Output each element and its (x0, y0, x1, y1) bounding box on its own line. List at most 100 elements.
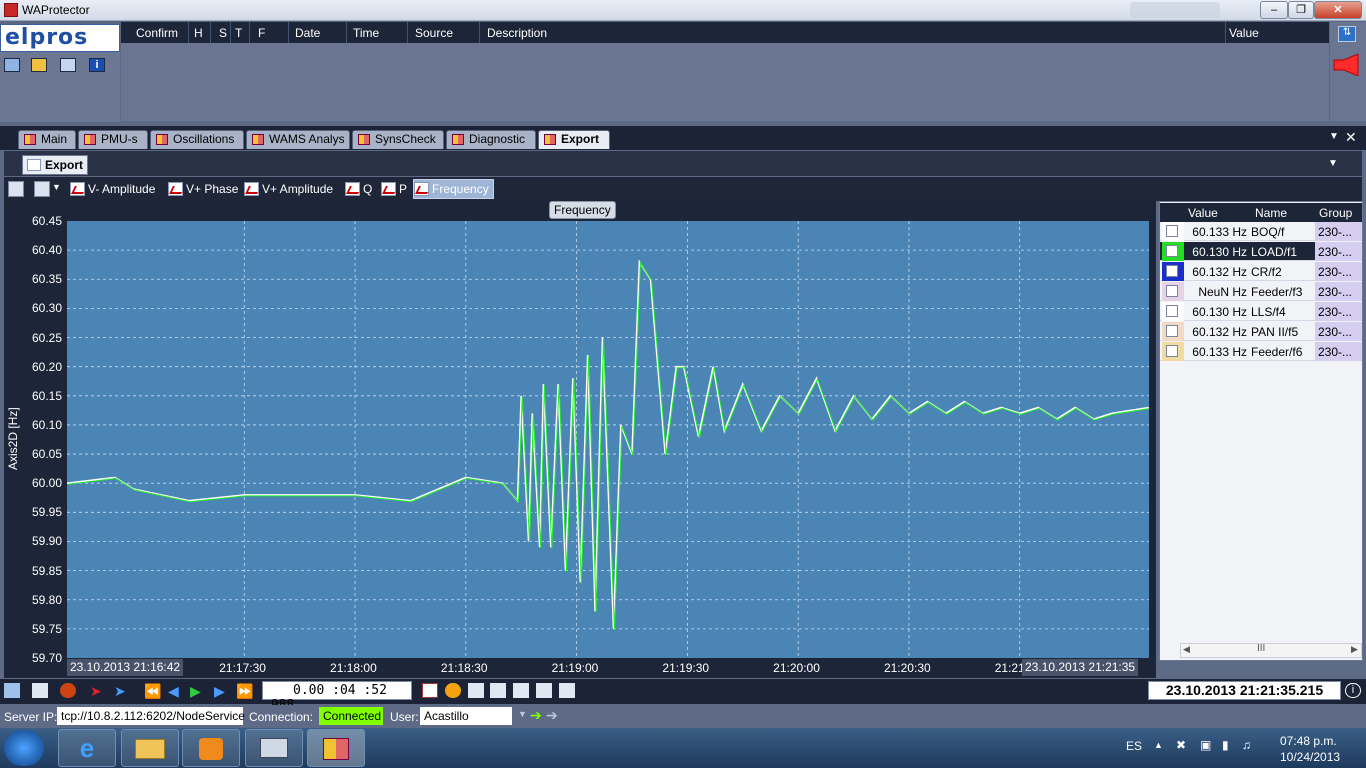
legend-col-group[interactable]: Group (1319, 206, 1352, 220)
series-visibility-checkbox[interactable] (1166, 265, 1178, 277)
col-confirm[interactable]: Confirm (136, 26, 178, 40)
legend-row[interactable]: 60.130 Hz LOAD/f1 230-... (1160, 242, 1362, 261)
series-visibility-checkbox[interactable] (1166, 325, 1178, 337)
scroll-right-icon[interactable]: ▶ (1351, 644, 1358, 655)
toolbar-v-plus-amplitude[interactable]: V+ Amplitude (244, 181, 333, 198)
subtab-export[interactable]: Export (22, 155, 88, 175)
step-back-icon[interactable]: ◀ (168, 683, 184, 699)
scroll-grip-icon[interactable]: III (1257, 643, 1265, 654)
legend-row[interactable]: 60.132 Hz CR/f2 230-... (1160, 262, 1362, 281)
forward-fast-icon[interactable]: ⏩ (236, 683, 253, 699)
subtab-dropdown-icon[interactable]: ▼ (1328, 158, 1338, 169)
start-button[interactable] (4, 730, 44, 766)
col-f[interactable]: F (258, 26, 265, 40)
step-forward-icon[interactable]: ▶ (214, 683, 230, 699)
col-source[interactable]: Source (415, 26, 453, 40)
zoom-10h-icon[interactable] (513, 683, 529, 698)
language-indicator[interactable]: ES (1126, 739, 1142, 753)
legend-row[interactable]: NeuN Hz Feeder/f3 230-... (1160, 282, 1362, 301)
info-icon[interactable]: i (1345, 683, 1361, 698)
tab-diagnostic[interactable]: Diagnostic (446, 130, 536, 149)
media-player-icon[interactable] (182, 729, 240, 767)
series-visibility-checkbox[interactable] (1166, 225, 1178, 237)
table-view-dropdown-icon[interactable]: ▼ (52, 182, 61, 192)
y-tick-label: 60.05 (31, 447, 62, 462)
col-s[interactable]: S (219, 26, 227, 40)
file-explorer-icon[interactable] (121, 729, 179, 767)
toolbar-q[interactable]: Q (345, 181, 372, 198)
tray-expand-icon[interactable]: ▲ (1154, 740, 1163, 750)
tab-close-icon[interactable]: ✕ (1345, 129, 1357, 146)
series-visibility-checkbox[interactable] (1166, 245, 1178, 257)
tab-export[interactable]: Export (538, 130, 610, 149)
save-icon[interactable] (32, 683, 48, 698)
maximize-button[interactable]: ❐ (1288, 1, 1314, 19)
rewind-fast-icon[interactable]: ⏪ (144, 683, 161, 699)
clock-date[interactable]: 10/24/2013 (1280, 750, 1340, 764)
zoom-24h-icon[interactable] (490, 683, 506, 698)
tab-oscillations[interactable]: Oscillations (150, 130, 244, 149)
toolbar-v-plus-phase[interactable]: V+ Phase (168, 181, 238, 198)
time-span-input[interactable]: 0.00 :04 :52 .988 (262, 681, 412, 713)
blue-cursor-icon[interactable]: ➤ (114, 683, 130, 699)
remote-desktop-icon[interactable] (245, 729, 303, 767)
toolbar-v-minus-amplitude[interactable]: V- Amplitude (70, 181, 155, 198)
device-icon[interactable]: ▣ (1200, 738, 1211, 752)
waprotector-taskbar-icon[interactable] (307, 729, 365, 767)
user-dropdown-icon[interactable]: ▼ (518, 709, 527, 719)
calendar-icon[interactable] (422, 683, 438, 698)
col-date[interactable]: Date (295, 26, 320, 40)
legend-row[interactable]: 60.130 Hz LLS/f4 230-... (1160, 302, 1362, 321)
legend-horizontal-scrollbar[interactable]: ◀ III ▶ (1180, 643, 1362, 658)
volume-icon[interactable]: ♫ (1242, 738, 1251, 752)
tab-wams-analys[interactable]: WAMS Analys (246, 130, 350, 149)
col-h[interactable]: H (194, 26, 203, 40)
clock-time[interactable]: 07:48 p.m. (1280, 734, 1337, 748)
line-chart-icon (414, 182, 429, 196)
sort-icon[interactable]: ⇅ (1338, 26, 1356, 42)
back-arrow-icon[interactable]: ➔ (530, 707, 542, 724)
tab-dropdown-icon[interactable]: ▼ (1329, 131, 1339, 142)
close-button[interactable]: ✕ (1314, 1, 1362, 19)
monitor-icon[interactable] (4, 58, 20, 72)
add-chart-icon[interactable] (8, 181, 24, 197)
chart-title: Frequency (549, 201, 616, 219)
toolbar-p[interactable]: P (381, 181, 407, 198)
scroll-left-icon[interactable]: ◀ (1183, 644, 1190, 655)
col-description[interactable]: Description (487, 26, 547, 40)
siren-icon[interactable] (1332, 53, 1362, 77)
network-warning-icon[interactable]: ✖ (1176, 738, 1186, 752)
play-icon[interactable]: ▶ (190, 683, 206, 699)
legend-row[interactable]: 60.133 Hz Feeder/f6 230-... (1160, 342, 1362, 361)
series-visibility-checkbox[interactable] (1166, 285, 1178, 297)
legend-row[interactable]: 60.132 Hz PAN II/f5 230-... (1160, 322, 1362, 341)
legend-col-value[interactable]: Value (1188, 206, 1218, 220)
table-view-icon[interactable] (34, 181, 50, 197)
toolbar-frequency[interactable]: Frequency (413, 179, 494, 199)
record-icon[interactable] (60, 683, 76, 698)
legend-col-name[interactable]: Name (1255, 206, 1287, 220)
series-visibility-checkbox[interactable] (1166, 345, 1178, 357)
zoom-10min-icon[interactable] (559, 683, 575, 698)
legend-row[interactable]: 60.133 Hz BOQ/f 230-... (1160, 222, 1362, 241)
series-visibility-checkbox[interactable] (1166, 305, 1178, 317)
plot-area[interactable] (66, 221, 1151, 658)
settings-list-icon[interactable] (60, 58, 76, 72)
internet-explorer-icon[interactable]: e (58, 729, 116, 767)
signal-icon[interactable]: ▮ (1222, 738, 1229, 752)
zoom-fit-icon[interactable] (468, 683, 484, 698)
tab-main[interactable]: Main (18, 130, 76, 149)
col-t[interactable]: T (235, 26, 242, 40)
red-cursor-icon[interactable]: ➤ (90, 683, 106, 699)
forward-arrow-icon[interactable]: ➔ (546, 707, 558, 724)
database-icon[interactable] (31, 58, 47, 72)
col-value[interactable]: Value (1229, 26, 1259, 40)
minimize-button[interactable]: – (1260, 1, 1288, 19)
view-icon[interactable] (4, 683, 20, 698)
col-time[interactable]: Time (353, 26, 379, 40)
tab-pmu-s[interactable]: PMU-s (78, 130, 148, 149)
info-icon[interactable]: i (89, 58, 105, 72)
tab-synscheck[interactable]: SynsCheck (352, 130, 444, 149)
refresh-icon[interactable] (445, 683, 461, 698)
zoom-1h-icon[interactable] (536, 683, 552, 698)
